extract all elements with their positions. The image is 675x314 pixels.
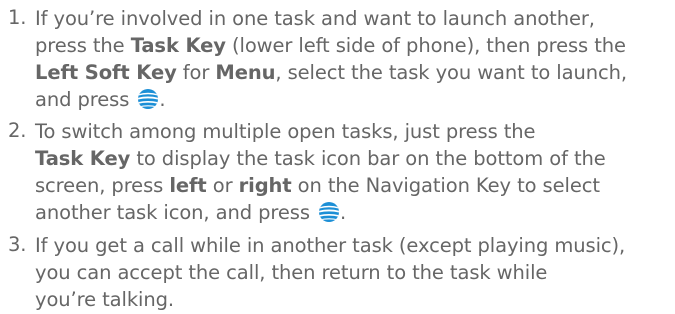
- line-text: To switch among multiple open tasks, jus…: [35, 120, 536, 143]
- item-line: you’re talking.: [35, 287, 174, 313]
- line-text: press the: [35, 34, 131, 57]
- item-line: Left Soft Key for Menu, select the task …: [35, 60, 627, 86]
- direction-word: left: [169, 174, 207, 197]
- att-globe-icon: [318, 201, 340, 223]
- item-line: Task Key to display the task icon bar on…: [35, 146, 606, 172]
- att-globe-icon: [137, 88, 159, 110]
- key-name: Left Soft Key: [35, 61, 177, 84]
- item-number: 3.: [8, 233, 27, 256]
- item-line: and press .: [35, 87, 166, 113]
- line-text: .: [340, 201, 347, 224]
- line-text: screen, press: [35, 174, 170, 197]
- line-text: and press: [35, 88, 136, 111]
- key-name: Task Key: [35, 147, 131, 170]
- line-text: you can accept the call, then return to …: [35, 261, 548, 284]
- item-line: If you’re involved in one task and want …: [35, 6, 595, 32]
- line-text: another task icon, and press: [35, 201, 316, 224]
- item-line: press the Task Key (lower left side of p…: [35, 33, 626, 59]
- item-line: To switch among multiple open tasks, jus…: [35, 119, 536, 145]
- key-name: Task Key: [130, 34, 226, 57]
- item-number: 1.: [8, 6, 27, 29]
- line-text: on the Navigation Key to select: [291, 174, 600, 197]
- line-text: for: [176, 61, 216, 84]
- line-text: to display the task icon bar on the bott…: [130, 147, 606, 170]
- line-text: , select the task you want to launch,: [275, 61, 627, 84]
- line-text: you’re talking.: [35, 288, 174, 311]
- line-text: .: [159, 88, 166, 111]
- item-number: 2.: [8, 119, 27, 142]
- line-text: If you get a call while in another task …: [35, 234, 626, 257]
- item-line: another task icon, and press .: [35, 200, 346, 226]
- line-text: or: [206, 174, 239, 197]
- item-line: you can accept the call, then return to …: [35, 260, 547, 286]
- instruction-page: 1. If you’re involved in one task and wa…: [0, 0, 675, 314]
- line-text: (lower left side of phone), then press t…: [225, 34, 626, 57]
- key-name: Menu: [215, 61, 276, 84]
- item-line: screen, press left or right on the Navig…: [35, 173, 600, 199]
- item-line: If you get a call while in another task …: [35, 233, 625, 259]
- direction-word: right: [238, 174, 292, 197]
- line-text: If you’re involved in one task and want …: [35, 7, 595, 30]
